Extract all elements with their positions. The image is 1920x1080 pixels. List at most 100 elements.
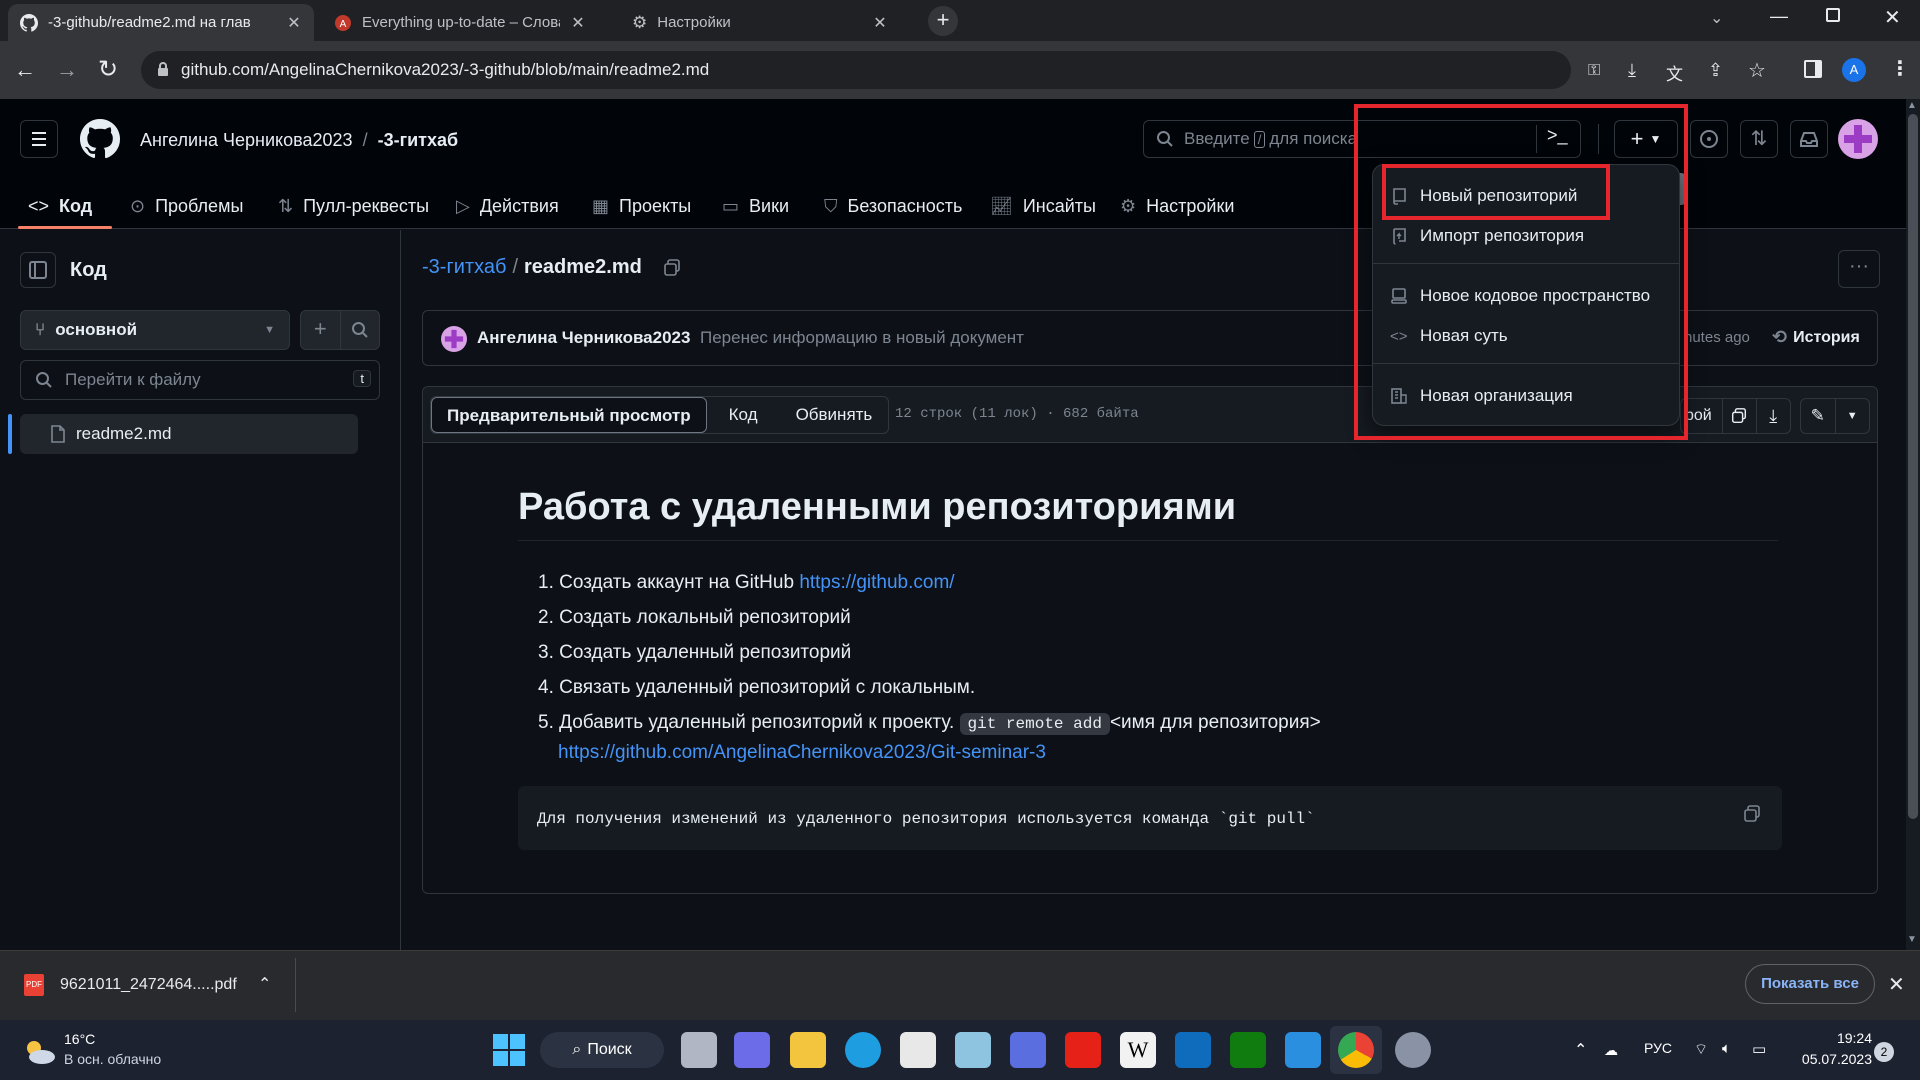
download-raw-button[interactable]: ⤓ xyxy=(1755,399,1790,433)
tab-pull-requests[interactable]: ⇅ Пулл-реквесты xyxy=(278,184,429,228)
close-tab-icon[interactable]: ✕ xyxy=(286,13,302,33)
more-options-button[interactable]: ··· xyxy=(1838,250,1880,288)
tray-chevron-icon[interactable]: ⌃ xyxy=(1574,1040,1587,1060)
teams-chat-icon[interactable] xyxy=(734,1032,770,1068)
share-icon[interactable]: ⇪ xyxy=(1708,60,1723,81)
history-icon: ⟲ xyxy=(1772,327,1788,347)
new-tab-button[interactable]: + xyxy=(928,6,958,36)
edge-icon[interactable] xyxy=(845,1032,881,1068)
selected-indicator xyxy=(8,414,12,454)
branch-select[interactable]: ⑂ основной ▼ xyxy=(20,310,290,350)
install-icon[interactable]: ⤓ xyxy=(1628,60,1636,81)
restore-icon[interactable] xyxy=(1826,8,1840,22)
inbox-button[interactable] xyxy=(1790,120,1828,158)
repo-link[interactable]: -3-гитхаб xyxy=(378,130,459,151)
tab-code-view[interactable]: Код xyxy=(707,397,780,433)
download-filename[interactable]: 9621011_2472464.....pdf xyxy=(60,976,237,994)
reload-icon[interactable]: ↻ xyxy=(98,55,118,84)
wifi-icon[interactable]: ⌔ xyxy=(1694,1040,1708,1059)
search-files-button[interactable] xyxy=(341,311,380,349)
browser-tab[interactable]: A Everything up-to-date – Словар ✕ xyxy=(322,4,598,41)
breadcrumb-repo-link[interactable]: -3-гитхаб xyxy=(422,256,506,279)
store-icon[interactable] xyxy=(900,1032,936,1068)
user-avatar[interactable] xyxy=(1838,119,1878,159)
youtube-icon[interactable] xyxy=(1065,1032,1101,1068)
key-icon[interactable]: ⚿ xyxy=(1588,62,1600,80)
settings-gear-icon[interactable] xyxy=(1395,1032,1431,1068)
forward-icon[interactable]: → xyxy=(56,57,78,83)
scroll-up-icon[interactable]: ▲ xyxy=(1907,100,1917,111)
chevron-up-icon[interactable]: ⌃ xyxy=(258,974,271,994)
file-tree-item[interactable]: readme2.md xyxy=(20,414,358,454)
tab-projects[interactable]: ▦ Проекты xyxy=(592,184,691,228)
task-view-icon[interactable] xyxy=(681,1032,717,1068)
tab-preview[interactable]: Предварительный просмотр xyxy=(431,397,707,433)
app-icon[interactable] xyxy=(1010,1032,1046,1068)
edit-dropdown-button[interactable]: ▼ xyxy=(1836,399,1870,433)
commit-author[interactable]: Ангелина Черникова2023 xyxy=(477,328,690,348)
copy-code-button[interactable] xyxy=(1742,804,1762,824)
weather-icon[interactable] xyxy=(22,1038,58,1066)
browser-tab-active[interactable]: -3-github/readme2.md на глав ✕ xyxy=(8,4,314,41)
menu-icon xyxy=(32,132,46,146)
vscode-icon[interactable] xyxy=(1285,1032,1321,1068)
list-item: 1. Создать аккаунт на GitHub https://git… xyxy=(538,572,955,593)
history-link[interactable]: ⟲ История xyxy=(1772,327,1860,348)
tab-code[interactable]: <> Код xyxy=(28,184,92,228)
clock-time[interactable]: 19:24 xyxy=(1810,1030,1872,1046)
close-window-icon[interactable]: ✕ xyxy=(1884,5,1901,30)
bookmark-star-icon[interactable]: ☆ xyxy=(1748,58,1766,83)
github-logo-icon[interactable] xyxy=(80,119,120,159)
scroll-down-icon[interactable]: ▼ xyxy=(1907,934,1917,945)
close-tab-icon[interactable]: ✕ xyxy=(872,13,888,33)
minimize-icon[interactable]: — xyxy=(1770,6,1788,27)
address-bar[interactable]: github.com/AngelinaChernikova2023/-3-git… xyxy=(141,51,1571,89)
translate-icon[interactable]: 文 xyxy=(1666,60,1683,85)
onedrive-icon[interactable]: ☁ xyxy=(1604,1042,1618,1059)
wikipedia-icon[interactable]: W xyxy=(1120,1032,1156,1068)
edit-button[interactable]: ✎ xyxy=(1801,399,1836,433)
pull-request-icon: ⇅ xyxy=(278,195,294,216)
language-indicator[interactable]: РУС xyxy=(1644,1040,1672,1056)
taskbar-search[interactable]: ⌕ Поиск xyxy=(540,1032,664,1068)
tab-search-icon[interactable]: ⌄ xyxy=(1710,8,1723,28)
hamburger-menu-button[interactable] xyxy=(20,120,58,158)
volume-icon[interactable]: 🔈︎ xyxy=(1722,1040,1731,1057)
close-download-shelf-icon[interactable]: ✕ xyxy=(1888,972,1905,997)
chrome-menu-icon[interactable]: ⋮ xyxy=(1890,56,1910,81)
commit-message[interactable]: Перенес информацию в новый документ xyxy=(700,328,1024,348)
goto-file-input[interactable]: Перейти к файлу t xyxy=(20,360,380,400)
tab-security[interactable]: ⛉ Безопасность xyxy=(824,184,962,228)
show-all-downloads-button[interactable]: Показать все xyxy=(1745,964,1875,1004)
side-panel-icon[interactable] xyxy=(1804,60,1822,78)
issues-button[interactable] xyxy=(1690,120,1728,158)
add-file-button[interactable]: + xyxy=(301,311,341,349)
outlook-icon[interactable] xyxy=(1175,1032,1211,1068)
scrollbar-thumb[interactable] xyxy=(1908,114,1918,819)
tab-actions[interactable]: ▷ Действия xyxy=(456,184,559,228)
tab-settings[interactable]: ⚙ Настройки xyxy=(1120,184,1234,228)
copy-raw-button[interactable] xyxy=(1721,399,1756,433)
file-explorer-icon[interactable] xyxy=(790,1032,826,1068)
copy-path-icon[interactable] xyxy=(662,258,682,278)
back-icon[interactable]: ← xyxy=(14,57,36,83)
clock-date[interactable]: 05.07.2023 xyxy=(1794,1051,1872,1067)
tab-issues[interactable]: ⊙ Проблемы xyxy=(130,184,243,228)
collapse-sidebar-button[interactable] xyxy=(20,252,56,288)
tab-wiki[interactable]: ▭ Вики xyxy=(722,184,789,228)
github-icon xyxy=(20,13,38,32)
close-tab-icon[interactable]: ✕ xyxy=(570,13,586,33)
pull-requests-button[interactable]: ⇅ xyxy=(1740,120,1778,158)
github-link[interactable]: https://github.com/ xyxy=(799,572,954,593)
profile-avatar[interactable]: A xyxy=(1842,58,1866,82)
xbox-icon[interactable] xyxy=(1230,1032,1266,1068)
photos-icon[interactable] xyxy=(955,1032,991,1068)
notification-badge[interactable]: 2 xyxy=(1874,1042,1894,1062)
tab-insights[interactable]: 📈︎ Инсайты xyxy=(990,184,1096,228)
seminar-link[interactable]: https://github.com/AngelinaChernikova202… xyxy=(558,742,1046,764)
battery-icon[interactable]: ▭ xyxy=(1752,1040,1766,1058)
start-windows-icon[interactable] xyxy=(493,1034,525,1066)
browser-tab[interactable]: ⚙ Настройки ✕ xyxy=(620,4,900,41)
owner-link[interactable]: Ангелина Черникова2023 xyxy=(140,130,353,151)
tab-blame[interactable]: Обвинять xyxy=(780,397,889,433)
